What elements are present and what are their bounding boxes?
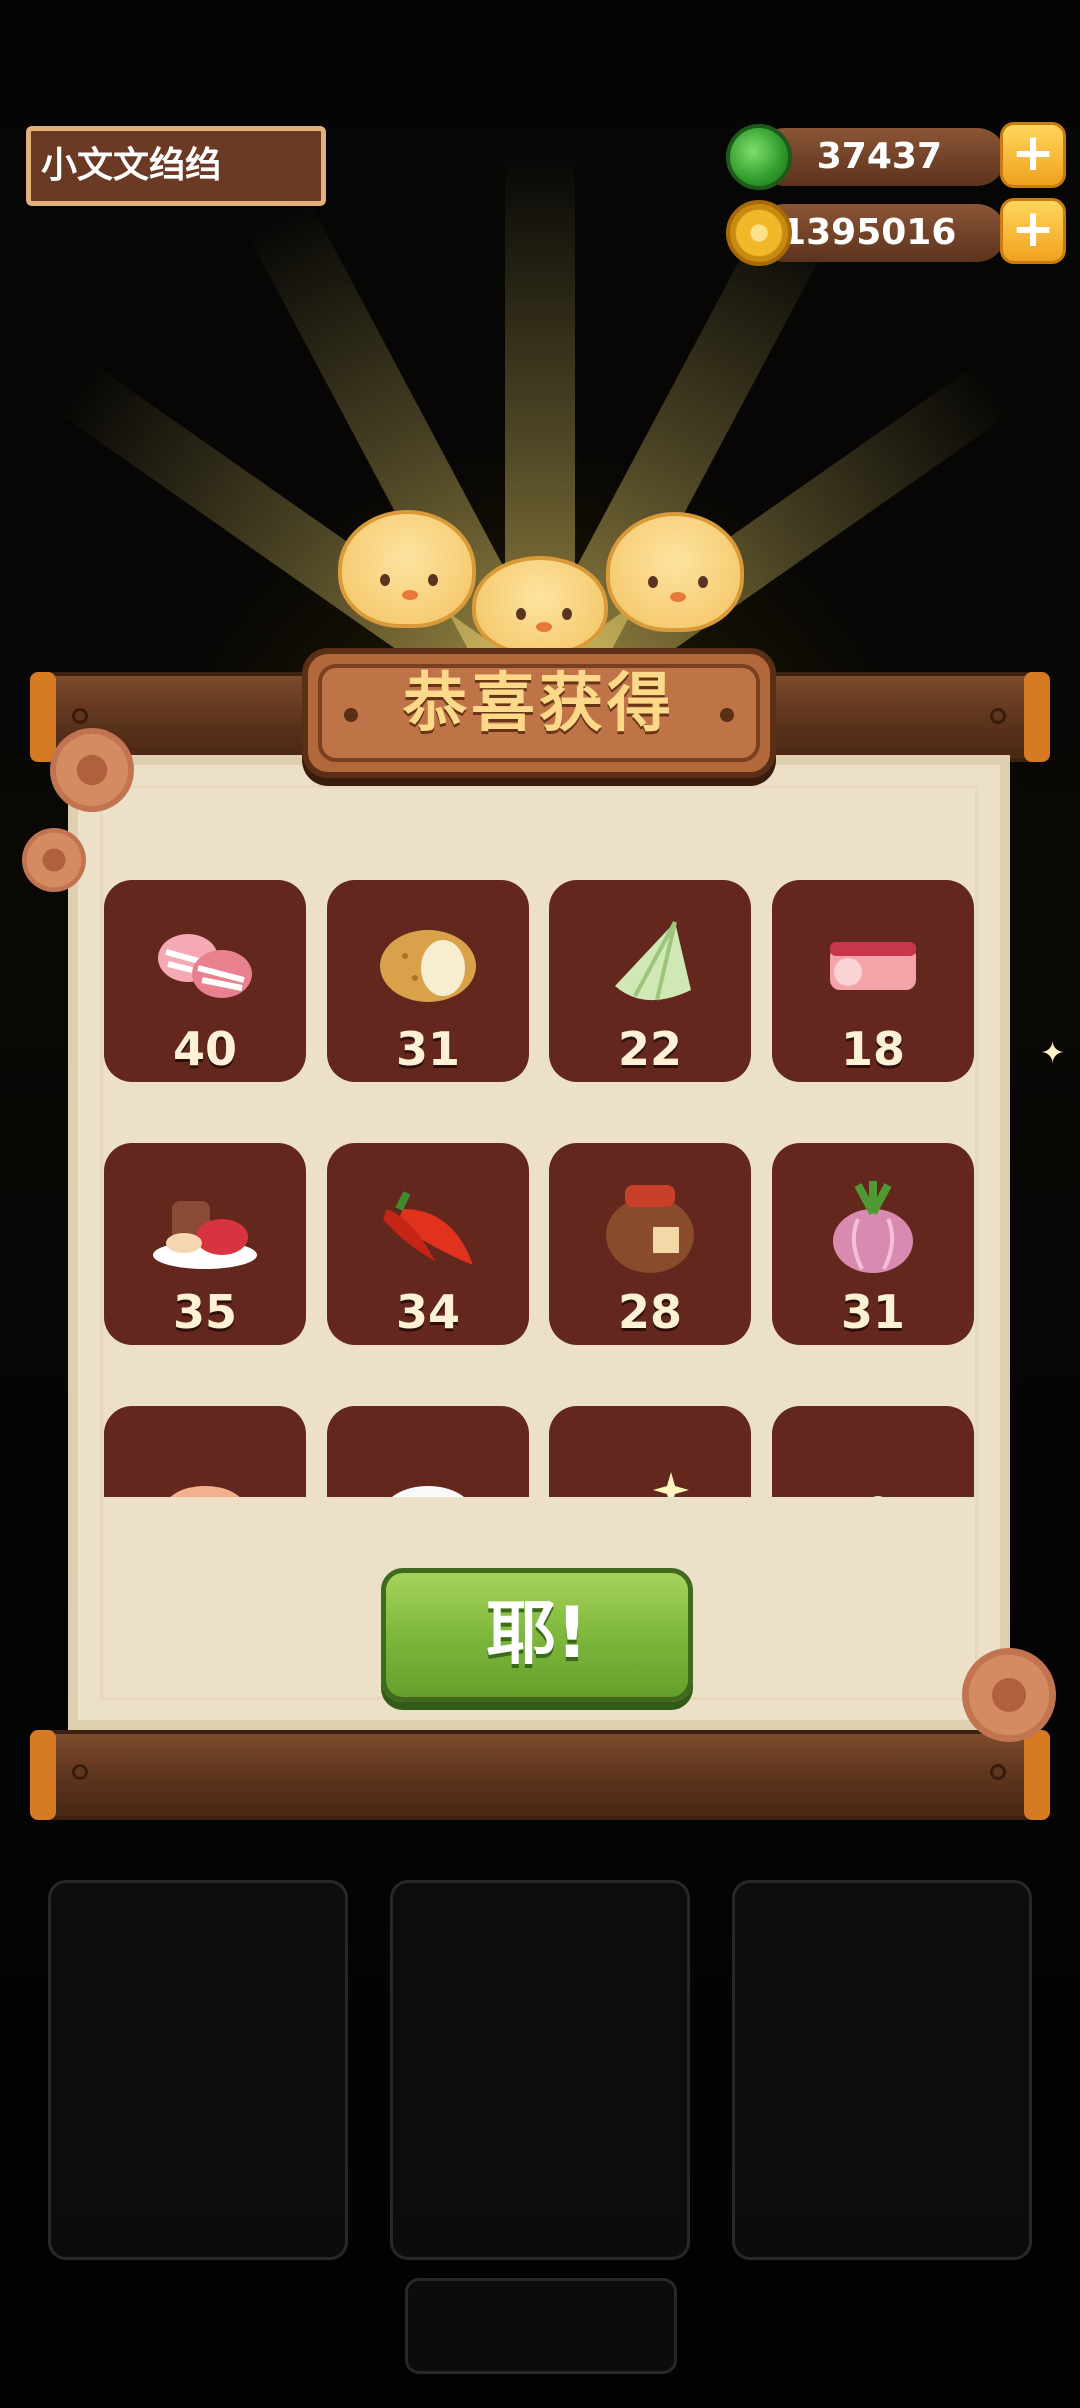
coin-balance: 11395016: [756, 204, 1006, 262]
scroll-bottom-rod: [40, 1730, 1040, 1820]
reward-item[interactable]: 28: [549, 1143, 751, 1345]
pork-belly-icon: [830, 942, 916, 990]
item-count: 28: [617, 1285, 682, 1339]
scroll-rod-cap: [1024, 1730, 1050, 1820]
rice-icon: [392, 1486, 464, 1497]
player-name-box[interactable]: 小文文绉绉: [26, 126, 326, 206]
scroll-rod-cap: [30, 1730, 56, 1820]
reward-item[interactable]: [549, 1406, 751, 1497]
bacon-icon: [158, 934, 252, 998]
add-coin-button[interactable]: +: [1000, 198, 1066, 264]
item-count: 35: [172, 1285, 237, 1339]
add-jade-button[interactable]: +: [1000, 122, 1066, 188]
reward-item[interactable]: 40: [104, 880, 306, 1082]
flower-icon: [50, 728, 134, 812]
reward-item[interactable]: [772, 1406, 974, 1497]
rod-rivet: [72, 1764, 88, 1780]
item-count: 40: [172, 1022, 237, 1076]
dialog-title: 恭喜获得: [403, 667, 675, 741]
bamboo-shoot-icon: [615, 921, 691, 1001]
player-name: 小文文绉绉: [41, 145, 222, 186]
reward-item[interactable]: 31: [327, 880, 529, 1082]
rod-rivet: [990, 708, 1006, 724]
chick-icon: [472, 556, 608, 656]
reward-item[interactable]: 31: [772, 1143, 974, 1345]
meat-platter-icon: [153, 1201, 257, 1269]
reward-item-grid[interactable]: 40 31 22 18 35 34 28 31: [100, 872, 980, 1497]
chick-icon: [606, 512, 744, 632]
sparkle-icon: ✦: [1040, 1036, 1066, 1071]
background-card: [732, 1880, 1032, 2260]
background-button: [405, 2278, 677, 2374]
item-count: 31: [840, 1285, 905, 1339]
reward-item[interactable]: 35: [104, 1143, 306, 1345]
item-count: 22: [617, 1022, 682, 1076]
background-card: [390, 1880, 690, 2260]
dialog-title-plate: 恭喜获得: [302, 648, 776, 778]
wine-jar-icon: [606, 1185, 694, 1273]
chili-pepper-icon: [383, 1191, 473, 1265]
reward-item[interactable]: 34: [327, 1143, 529, 1345]
item-count: 18: [840, 1022, 905, 1076]
vegetable-dish-icon: [873, 1496, 883, 1497]
chick-icon: [338, 510, 476, 628]
jade-balance: 37437: [756, 128, 1006, 186]
jade-amount: 37437: [816, 136, 942, 177]
rod-rivet: [990, 1764, 1006, 1780]
chicken-wing-icon: [170, 1486, 240, 1497]
rod-rivet: [72, 708, 88, 724]
item-count: 34: [395, 1285, 460, 1339]
reward-item[interactable]: 22: [549, 880, 751, 1082]
flower-icon: [22, 828, 86, 892]
sparkling-steak-icon: [653, 1472, 689, 1497]
flower-icon: [962, 1648, 1056, 1742]
scroll-rod-cap: [30, 672, 56, 762]
item-count: 31: [395, 1022, 460, 1076]
reward-item[interactable]: 18: [772, 880, 974, 1082]
reward-item[interactable]: [327, 1406, 529, 1497]
background-card: [48, 1880, 348, 2260]
confirm-button[interactable]: 耶!: [381, 1568, 693, 1702]
jade-icon: [726, 124, 792, 190]
reward-item[interactable]: [104, 1406, 306, 1497]
coin-icon: [726, 200, 792, 266]
scroll-rod-cap: [1024, 672, 1050, 762]
potato-icon: [380, 930, 476, 1002]
onion-icon: [833, 1181, 913, 1273]
